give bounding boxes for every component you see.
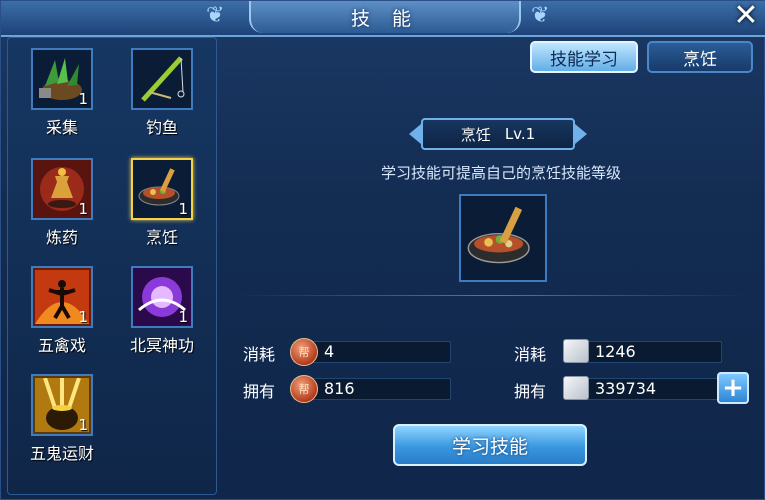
left-ornament-icon: ❦ — [206, 3, 225, 28]
title-bar: ❦ 技 能 ❦ — [1, 1, 765, 37]
skill-name: 采集 — [45, 118, 78, 137]
skill-item-beiming[interactable]: 1 北冥神功 — [122, 266, 202, 356]
consume-label: 消耗 — [514, 345, 547, 364]
skill-item-wuqinxi[interactable]: 1 五禽戏 — [22, 266, 102, 356]
consume-label: 消耗 — [243, 345, 276, 364]
skill-item-alchemy[interactable]: 1 炼药 — [22, 158, 102, 248]
coin-icon: 帮 — [290, 375, 318, 403]
gold-pot-icon: 1 — [31, 374, 93, 436]
learn-skill-button[interactable]: 学习技能 — [393, 424, 587, 466]
skill-level: 1 — [178, 200, 188, 218]
tab-cooking[interactable]: 烹饪 — [647, 41, 753, 73]
own-label: 拥有 — [514, 382, 547, 401]
skill-list-panel: 1 采集 钓鱼 1 炼药 1 烹饪 1 五禽戏 1 北冥神功 1 五鬼运财 — [7, 37, 217, 495]
scroll-icon — [563, 376, 589, 400]
selected-skill-bar: 烹饪 Lv.1 — [421, 118, 575, 150]
selected-skill-header: 烹饪 Lv.1 — [407, 117, 589, 151]
skill-item-fishing[interactable]: 钓鱼 — [122, 48, 202, 138]
selected-skill-name: 烹饪 — [460, 125, 491, 144]
coin-icon: 帮 — [290, 338, 318, 366]
skill-name: 五鬼运财 — [29, 444, 94, 463]
divider — [237, 295, 747, 296]
fire-figure-icon: 1 — [31, 266, 93, 328]
skill-item-gather[interactable]: 1 采集 — [22, 48, 102, 138]
left-arrow-ornament-icon — [409, 124, 421, 144]
skill-window: ❦ 技 能 ❦ ✕ 1 采集 钓鱼 1 炼药 1 烹饪 1 五禽戏 1 北冥神功… — [0, 0, 765, 500]
skill-level: 1 — [78, 90, 88, 108]
fishing-rod-icon — [131, 48, 193, 110]
skill-level: 1 — [178, 308, 188, 326]
cooking-wok-icon — [459, 194, 547, 282]
purple-orb-icon: 1 — [131, 266, 193, 328]
gather-herbs-icon: 1 — [31, 48, 93, 110]
skill-name: 钓鱼 — [145, 118, 178, 137]
cooking-wok-icon: 1 — [131, 158, 193, 220]
selected-skill-level: Lv.1 — [504, 125, 536, 143]
alchemy-flask-icon: 1 — [31, 158, 93, 220]
window-title: 技 能 — [249, 1, 521, 33]
right-ornament-icon: ❦ — [531, 3, 550, 28]
skill-name: 烹饪 — [145, 228, 178, 247]
close-icon[interactable]: ✕ — [732, 0, 760, 33]
skill-level: 1 — [78, 416, 88, 434]
skill-item-cooking[interactable]: 1 烹饪 — [122, 158, 202, 248]
skill-description: 学习技能可提高自己的烹饪技能等级 — [380, 164, 621, 182]
tab-skill-learn[interactable]: 技能学习 — [530, 41, 638, 73]
skill-level: 1 — [78, 308, 88, 326]
skill-level: 1 — [78, 200, 88, 218]
skill-name: 炼药 — [45, 228, 78, 247]
skill-name: 五禽戏 — [37, 336, 86, 355]
skill-item-wugui[interactable]: 1 五鬼运财 — [22, 374, 102, 464]
add-scroll-button[interactable]: + — [717, 372, 749, 404]
right-arrow-ornament-icon — [575, 124, 587, 144]
own-label: 拥有 — [243, 382, 276, 401]
skill-name: 北冥神功 — [129, 336, 194, 355]
scroll-icon — [563, 339, 589, 363]
